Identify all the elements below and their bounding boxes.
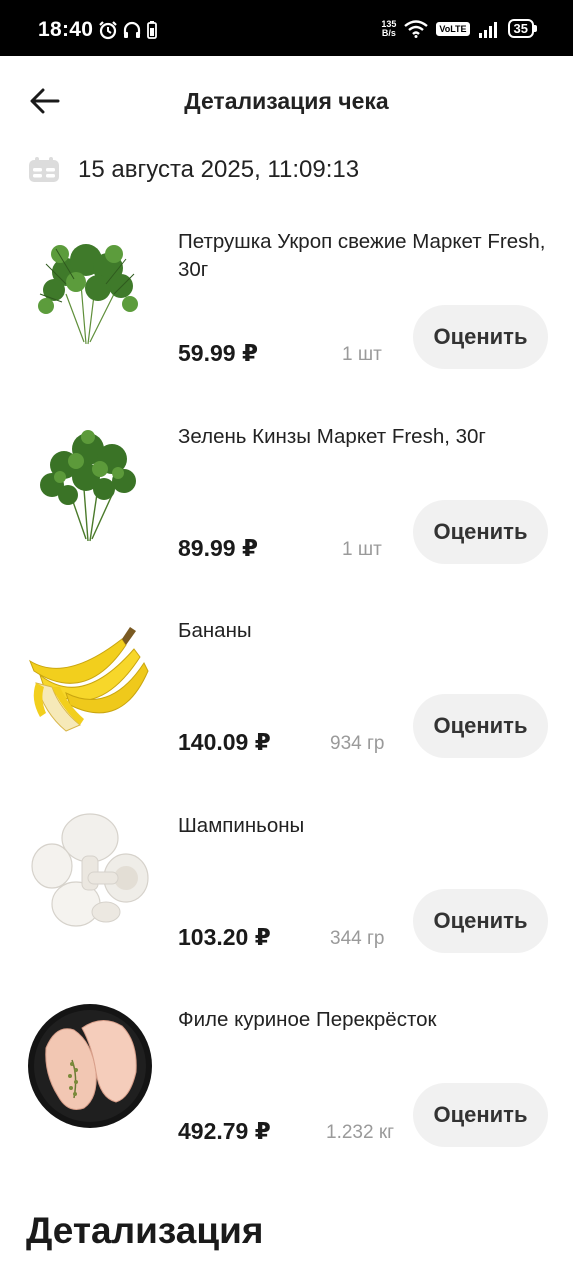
header: Детализация чека bbox=[0, 56, 573, 146]
receipt-date: 15 августа 2025, 11:09:13 bbox=[78, 156, 360, 183]
item-quantity: 934 гр bbox=[330, 733, 385, 754]
signal-icon bbox=[478, 21, 497, 38]
list-item: Петрушка Укроп свежие Маркет Fresh, 30г … bbox=[0, 214, 573, 409]
item-name: Петрушка Укроп свежие Маркет Fresh, 30г bbox=[178, 230, 546, 281]
item-name: Зелень Кинзы Маркет Fresh, 30г bbox=[178, 424, 486, 448]
item-quantity: 1.232 кг bbox=[326, 1122, 395, 1143]
item-price: 492.79 ₽ bbox=[178, 1118, 271, 1144]
rate-button[interactable]: Оценить bbox=[413, 1083, 548, 1147]
list-item: Филе куриное Перекрёсток 492.79 ₽ 1.232 … bbox=[0, 992, 573, 1187]
wifi-icon bbox=[404, 19, 429, 38]
battery-tip bbox=[534, 25, 537, 32]
rate-button[interactable]: Оценить bbox=[413, 499, 548, 564]
receipt-date-row: 15 августа 2025, 11:09:13 bbox=[28, 150, 359, 190]
page-title: Детализация чека bbox=[184, 88, 389, 114]
section-title: Детализация bbox=[26, 1210, 264, 1251]
status-bar: 18:40 135 B/s VoLTE 35 bbox=[0, 0, 573, 56]
herbs-image bbox=[38, 244, 138, 345]
list-item: Зелень Кинзы Маркет Fresh, 30г 89.99 ₽ 1… bbox=[0, 409, 573, 604]
item-name: Филе куриное Перекрёсток bbox=[178, 1008, 437, 1031]
mushrooms-image bbox=[31, 812, 149, 927]
calendar-icon bbox=[29, 157, 59, 182]
item-price: 140.09 ₽ bbox=[178, 729, 271, 755]
volte-badge: VoLTE bbox=[436, 21, 470, 36]
net-speed: 135 B/s bbox=[381, 19, 396, 38]
list-item: Бананы 140.09 ₽ 934 гр Оценить bbox=[0, 603, 573, 798]
item-price: 59.99 ₽ bbox=[178, 340, 258, 366]
status-left-icons bbox=[98, 20, 158, 40]
rate-button[interactable]: Оценить bbox=[413, 694, 548, 758]
status-time: 18:40 bbox=[38, 18, 94, 41]
battery-indicator: 35 bbox=[507, 19, 537, 38]
item-list: Петрушка Укроп свежие Маркет Fresh, 30г … bbox=[0, 214, 573, 1187]
item-name: Бананы bbox=[178, 619, 252, 642]
item-price: 89.99 ₽ bbox=[178, 534, 258, 561]
item-quantity: 344 гр bbox=[330, 927, 385, 949]
item-name: Шампиньоны bbox=[178, 813, 305, 837]
headphones-icon bbox=[123, 21, 141, 38]
chicken-fillet-image bbox=[28, 1004, 152, 1128]
item-quantity: 1 шт bbox=[342, 538, 382, 560]
cilantro-image bbox=[40, 429, 136, 541]
item-price: 103.20 ₽ bbox=[178, 923, 271, 950]
net-speed-unit: B/s bbox=[381, 27, 396, 38]
rate-button[interactable]: Оценить bbox=[413, 305, 548, 369]
battery-level: 35 bbox=[507, 19, 534, 38]
bananas-image bbox=[28, 627, 149, 732]
status-right-icons: 135 B/s VoLTE 35 bbox=[381, 19, 537, 38]
small-battery-icon bbox=[147, 21, 157, 39]
item-quantity: 1 шт bbox=[342, 344, 382, 365]
rate-button[interactable]: Оценить bbox=[413, 888, 548, 953]
list-item: Шампиньоны 103.20 ₽ 344 гр Оценить bbox=[0, 798, 573, 993]
alarm-icon bbox=[99, 21, 117, 40]
